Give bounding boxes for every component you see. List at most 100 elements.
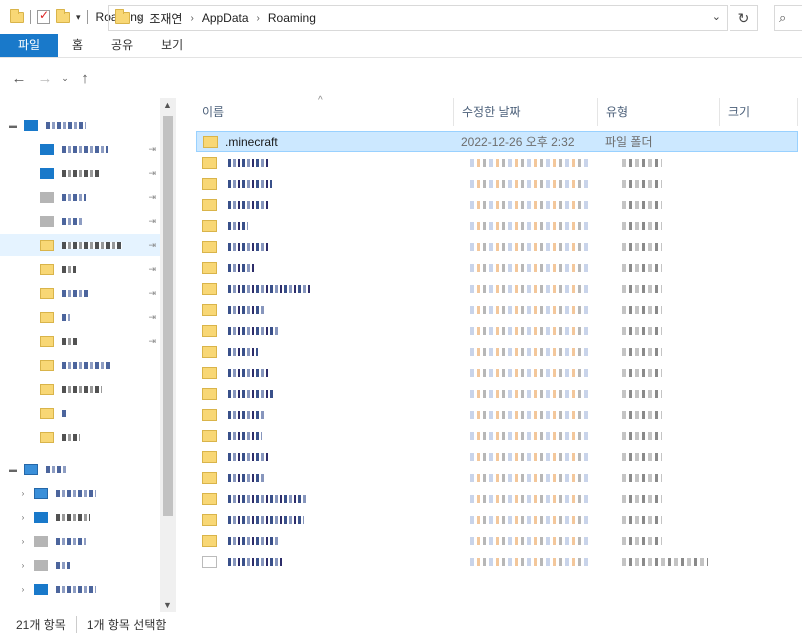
table-row[interactable] [196, 194, 798, 215]
pin-icon: ⇥ [148, 263, 156, 274]
nav-item[interactable]: ⇥ [0, 258, 160, 280]
nav-item[interactable]: ⇥ [0, 162, 160, 184]
folder-icon [202, 387, 217, 400]
collapse-icon[interactable]: ▬ [6, 465, 20, 474]
table-row[interactable] [196, 362, 798, 383]
table-row[interactable] [196, 509, 798, 530]
table-row[interactable] [196, 215, 798, 236]
table-row[interactable] [196, 551, 798, 572]
nav-item-this-pc[interactable]: ▬ [0, 458, 160, 480]
collapse-icon[interactable]: ▬ [6, 121, 20, 130]
search-input[interactable]: ⌕ [774, 5, 802, 31]
column-header-type[interactable]: 유형 [598, 98, 720, 126]
column-header-modified[interactable]: 수정한 날짜 [454, 98, 598, 126]
chevron-right-icon[interactable]: › [138, 13, 141, 24]
file-name [228, 494, 308, 503]
file-name [228, 263, 256, 272]
nav-item[interactable]: › [0, 482, 160, 504]
customize-toolbar-icon[interactable]: ▾ [76, 12, 81, 23]
recent-locations-icon[interactable]: ⌄ [58, 73, 72, 84]
table-row[interactable] [196, 425, 798, 446]
expand-icon[interactable]: › [16, 513, 30, 522]
chevron-right-icon[interactable]: › [190, 13, 193, 24]
table-row[interactable] [196, 173, 798, 194]
address-bar[interactable]: › 조재연 › AppData › Roaming ⌄ [108, 5, 728, 31]
nav-item-label [56, 585, 96, 593]
nav-item[interactable]: › [0, 578, 160, 600]
nav-item[interactable]: ⇥ [0, 210, 160, 232]
nav-item[interactable] [0, 426, 160, 448]
table-row[interactable] [196, 383, 798, 404]
pin-icon: ⇥ [148, 239, 156, 250]
folder-icon [202, 534, 217, 547]
chevron-right-icon[interactable]: › [257, 13, 260, 24]
table-row[interactable] [196, 341, 798, 362]
properties-icon[interactable] [37, 8, 50, 24]
up-arrow-icon[interactable]: ↑ [72, 70, 98, 87]
expand-icon[interactable]: › [16, 561, 30, 570]
tab-share[interactable]: 공유 [97, 34, 147, 57]
nav-item[interactable]: ⇥ [0, 306, 160, 328]
file-modified [470, 536, 588, 545]
scroll-up-icon[interactable]: ▲ [163, 100, 172, 110]
breadcrumb-appdata[interactable]: AppData [202, 11, 249, 25]
item-count: 21개 항목 [0, 615, 77, 633]
table-row[interactable] [196, 320, 798, 341]
forward-arrow-icon[interactable]: → [32, 70, 58, 87]
expand-icon[interactable]: › [16, 585, 30, 594]
column-header-name[interactable]: 이름 [194, 98, 454, 126]
table-row[interactable] [196, 278, 798, 299]
file-type [622, 326, 662, 335]
nav-item[interactable] [0, 354, 160, 376]
tab-file[interactable]: 파일 [0, 34, 58, 57]
file-name [228, 221, 248, 230]
column-header-size[interactable]: 크기 [720, 98, 798, 126]
scroll-down-icon[interactable]: ▼ [163, 600, 172, 610]
nav-item[interactable] [0, 378, 160, 400]
nav-item-selected[interactable]: ⇥ [0, 234, 160, 256]
refresh-button[interactable]: ↻ [730, 5, 758, 31]
tab-home[interactable]: 홈 [58, 34, 97, 57]
table-row[interactable] [196, 530, 798, 551]
folder-icon [40, 287, 54, 299]
table-row[interactable] [196, 299, 798, 320]
chevron-down-icon[interactable]: ⌄ [712, 10, 721, 23]
tab-view[interactable]: 보기 [147, 34, 197, 57]
file-type [622, 452, 662, 461]
breadcrumb-roaming[interactable]: Roaming [268, 11, 316, 25]
nav-item[interactable]: › [0, 506, 160, 528]
nav-item[interactable] [0, 402, 160, 424]
table-row-selected[interactable]: .minecraft 2022-12-26 오후 2:32 파일 폴더 [196, 131, 798, 152]
folder-icon [202, 408, 217, 421]
file-modified [470, 158, 588, 167]
table-row[interactable] [196, 152, 798, 173]
nav-item[interactable]: ⇥ [0, 282, 160, 304]
nav-item-label [56, 561, 70, 569]
column-headers: ^ 이름 수정한 날짜 유형 크기 [186, 95, 802, 126]
table-row[interactable] [196, 236, 798, 257]
breadcrumb-user[interactable]: 조재연 [149, 10, 182, 27]
nav-item[interactable]: ⇥ [0, 186, 160, 208]
new-folder-icon[interactable] [56, 8, 70, 23]
navigation-bar: ← → ⌄ ↑ [0, 60, 802, 96]
nav-item[interactable]: ⇥ [0, 138, 160, 160]
table-row[interactable] [196, 467, 798, 488]
expand-icon[interactable]: › [16, 489, 30, 498]
scrollbar-thumb[interactable] [163, 116, 173, 516]
expand-icon[interactable]: › [16, 537, 30, 546]
back-arrow-icon[interactable]: ← [6, 70, 32, 87]
table-row[interactable] [196, 488, 798, 509]
nav-scrollbar[interactable]: ▲ ▼ [160, 98, 176, 612]
file-modified [470, 494, 588, 503]
file-type [622, 515, 662, 524]
nav-item[interactable]: › [0, 554, 160, 576]
folder-icon [40, 359, 54, 371]
nav-item-quick-access[interactable]: ▬ [0, 114, 160, 136]
table-row[interactable] [196, 257, 798, 278]
nav-item[interactable]: › [0, 530, 160, 552]
file-name [228, 452, 268, 461]
nav-item-label [62, 433, 80, 441]
table-row[interactable] [196, 404, 798, 425]
table-row[interactable] [196, 446, 798, 467]
nav-item[interactable]: ⇥ [0, 330, 160, 352]
